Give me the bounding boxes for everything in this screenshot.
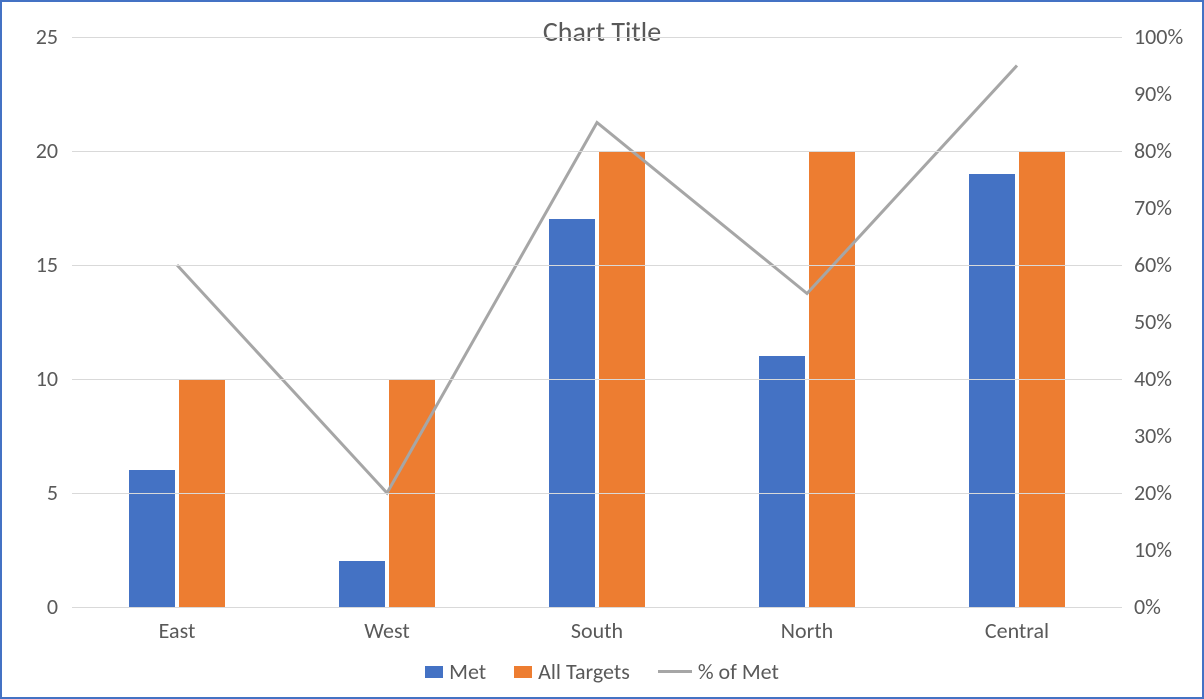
legend: Met All Targets % of Met	[2, 658, 1202, 685]
legend-item-pct-of-met: % of Met	[658, 658, 779, 685]
left-axis-tick: 20	[36, 140, 58, 162]
legend-label: All Targets	[538, 658, 630, 685]
left-axis-tick: 25	[36, 26, 58, 48]
line-layer	[72, 37, 1122, 607]
gridline	[72, 379, 1122, 380]
line-series	[177, 66, 1017, 494]
legend-swatch-icon	[425, 666, 443, 678]
gridline	[72, 607, 1122, 608]
chart-frame: Chart Title 0510152025 0%10%20%30%40%50%…	[0, 0, 1204, 699]
right-axis-tick: 10%	[1134, 539, 1172, 561]
right-axis-tick: 30%	[1134, 425, 1172, 447]
left-axis-tick: 15	[36, 254, 58, 276]
right-axis-tick: 40%	[1134, 368, 1172, 390]
category-label: East	[159, 617, 196, 644]
right-axis-tick: 50%	[1134, 311, 1172, 333]
legend-item-met: Met	[425, 658, 486, 685]
right-axis-tick: 100%	[1134, 26, 1183, 48]
left-axis-tick: 0	[47, 596, 58, 618]
gridline	[72, 493, 1122, 494]
legend-swatch-icon	[514, 666, 532, 678]
right-axis-tick: 20%	[1134, 482, 1172, 504]
legend-label: Met	[449, 658, 486, 685]
gridline	[72, 37, 1122, 38]
right-axis-tick: 0%	[1134, 596, 1161, 618]
left-axis-tick: 5	[47, 482, 58, 504]
right-axis-tick: 70%	[1134, 197, 1172, 219]
category-label: Central	[985, 617, 1049, 644]
category-label: North	[781, 617, 833, 644]
gridline	[72, 151, 1122, 152]
right-axis-tick: 80%	[1134, 140, 1172, 162]
legend-label: % of Met	[698, 658, 779, 685]
gridline	[72, 265, 1122, 266]
category-label: South	[571, 617, 623, 644]
right-axis-tick: 60%	[1134, 254, 1172, 276]
legend-item-all-targets: All Targets	[514, 658, 630, 685]
right-axis-tick: 90%	[1134, 83, 1172, 105]
legend-line-icon	[658, 670, 692, 673]
category-label: West	[364, 617, 409, 644]
plot-area	[72, 37, 1122, 607]
left-axis-tick: 10	[36, 368, 58, 390]
